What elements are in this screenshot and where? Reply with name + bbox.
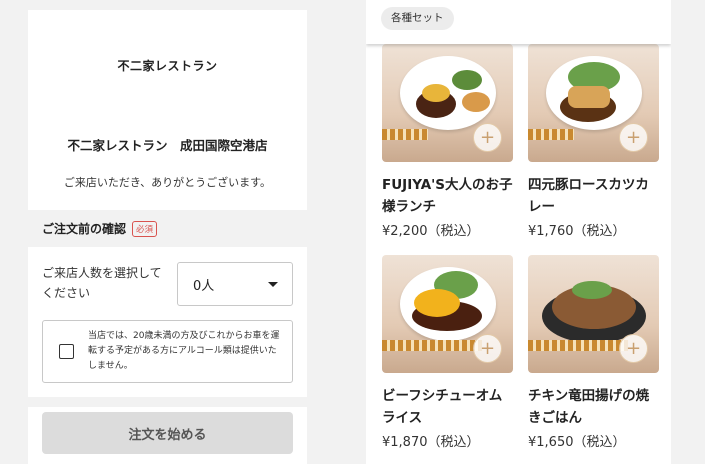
- add-to-cart-icon[interactable]: +: [619, 123, 648, 152]
- menu-item[interactable]: + 四元豚ロースカツカレー ¥1,760（税込）: [528, 44, 659, 239]
- confirm-title: ご注文前の確認: [42, 222, 127, 236]
- confirm-form: ご来店人数を選択してください 0人 当店では、20歳未満の方及びこれからお車を運…: [28, 247, 307, 397]
- category-chip-sets[interactable]: 各種セット: [381, 7, 454, 30]
- decor-strip: [528, 340, 628, 351]
- decor-strip: [382, 129, 428, 140]
- chevron-down-icon: [268, 281, 278, 287]
- menu-item-name: ビーフシチューオムライス: [382, 388, 503, 426]
- app-root: 不二家レストラン 不二家レストラン 成田国際空港店 ご来店いただき、ありがとうご…: [0, 0, 705, 464]
- category-bar: 各種セット: [366, 0, 671, 44]
- menu-item-price: ¥1,650（税込）: [528, 435, 626, 450]
- required-badge: 必須: [132, 220, 158, 237]
- menu-panel: 各種セット + FUJIYA'S大人のお子様ランチ ¥2,200（税込） + 四…: [366, 0, 671, 464]
- store-name: 不二家レストラン 成田国際空港店: [67, 138, 268, 153]
- store-logo: 不二家レストラン: [117, 59, 218, 73]
- menu-item[interactable]: + チキン竜田揚げの焼きごはん ¥1,650（税込）: [528, 255, 659, 450]
- add-to-cart-icon[interactable]: +: [473, 334, 502, 363]
- food-shape: [462, 92, 490, 112]
- guest-count-label: ご来店人数を選択してください: [42, 266, 162, 300]
- alcohol-notice-text: 当店では、20歳未満の方及びこれからお車を運転する予定がある方にアルコール類は提…: [88, 331, 280, 371]
- menu-item-price: ¥2,200（税込）: [382, 224, 480, 239]
- food-shape: [568, 86, 610, 108]
- food-shape: [422, 84, 450, 102]
- menu-item-price: ¥1,870（税込）: [382, 435, 480, 450]
- food-shape: [452, 70, 482, 90]
- menu-item-name: FUJIYA'S大人のお子様ランチ: [382, 177, 513, 215]
- start-order-button[interactable]: 注文を始める: [42, 412, 293, 454]
- guest-count-select[interactable]: 0人: [177, 262, 293, 306]
- start-button-area: 注文を始める: [28, 407, 307, 464]
- alcohol-notice[interactable]: 当店では、20歳未満の方及びこれからお車を運転する予定がある方にアルコール類は提…: [42, 320, 293, 383]
- confirm-section-header: ご注文前の確認 必須: [42, 220, 158, 237]
- menu-item[interactable]: + ビーフシチューオムライス ¥1,870（税込）: [382, 255, 513, 450]
- food-shape: [414, 289, 460, 317]
- decor-strip: [382, 340, 482, 351]
- order-setup-panel: 不二家レストラン 不二家レストラン 成田国際空港店 ご来店いただき、ありがとうご…: [28, 10, 307, 464]
- guest-count-value: 0人: [193, 278, 215, 294]
- menu-item-photo: +: [382, 44, 513, 162]
- menu-item-price: ¥1,760（税込）: [528, 224, 626, 239]
- food-shape: [572, 281, 612, 299]
- store-header: 不二家レストラン 不二家レストラン 成田国際空港店 ご来店いただき、ありがとうご…: [28, 10, 307, 210]
- menu-item-photo: +: [528, 255, 659, 373]
- alcohol-agree-checkbox[interactable]: [59, 344, 74, 359]
- menu-item-name: チキン竜田揚げの焼きごはん: [528, 388, 650, 426]
- menu-item-photo: +: [528, 44, 659, 162]
- menu-item-photo: +: [382, 255, 513, 373]
- decor-strip: [528, 129, 574, 140]
- menu-item-name: 四元豚ロースカツカレー: [528, 177, 649, 215]
- menu-item[interactable]: + FUJIYA'S大人のお子様ランチ ¥2,200（税込）: [382, 44, 513, 239]
- add-to-cart-icon[interactable]: +: [619, 334, 648, 363]
- welcome-message: ご来店いただき、ありがとうございます。: [63, 176, 272, 189]
- add-to-cart-icon[interactable]: +: [473, 123, 502, 152]
